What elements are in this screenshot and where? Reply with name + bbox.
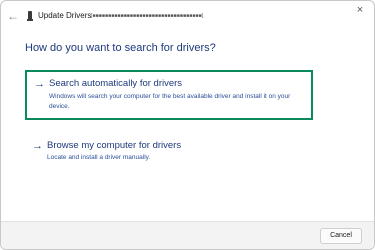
title-bar: ← Update Drivers [■■■■■■■■■■■■■■■■■■■■■■… <box>1 1 374 31</box>
device-name: [■■■■■■■■■■■■■■■■■■■■■■■■■■■■■■■■■■■] <box>91 13 204 19</box>
arrow-right-icon: → <box>32 140 43 152</box>
option-description: Locate and install a driver manually. <box>47 154 151 161</box>
option-description: Windows will search your computer for th… <box>49 93 291 110</box>
cancel-button[interactable]: Cancel <box>320 228 362 244</box>
arrow-right-icon: → <box>34 78 45 90</box>
page-title: How do you want to search for drivers? <box>25 42 216 54</box>
option-title: Search automatically for drivers <box>49 78 183 89</box>
dialog-footer: Cancel <box>1 221 374 249</box>
device-icon <box>27 11 33 21</box>
search-automatically-option[interactable]: → Search automatically for drivers Windo… <box>25 70 313 120</box>
back-arrow-icon[interactable]: ← <box>7 9 19 23</box>
browse-my-computer-option[interactable]: → Browse my computer for drivers Locate … <box>25 137 311 171</box>
update-drivers-dialog: ← Update Drivers [■■■■■■■■■■■■■■■■■■■■■■… <box>0 0 375 250</box>
window-title: Update Drivers <box>38 11 92 20</box>
close-icon[interactable]: × <box>354 4 366 16</box>
option-title: Browse my computer for drivers <box>47 140 182 151</box>
